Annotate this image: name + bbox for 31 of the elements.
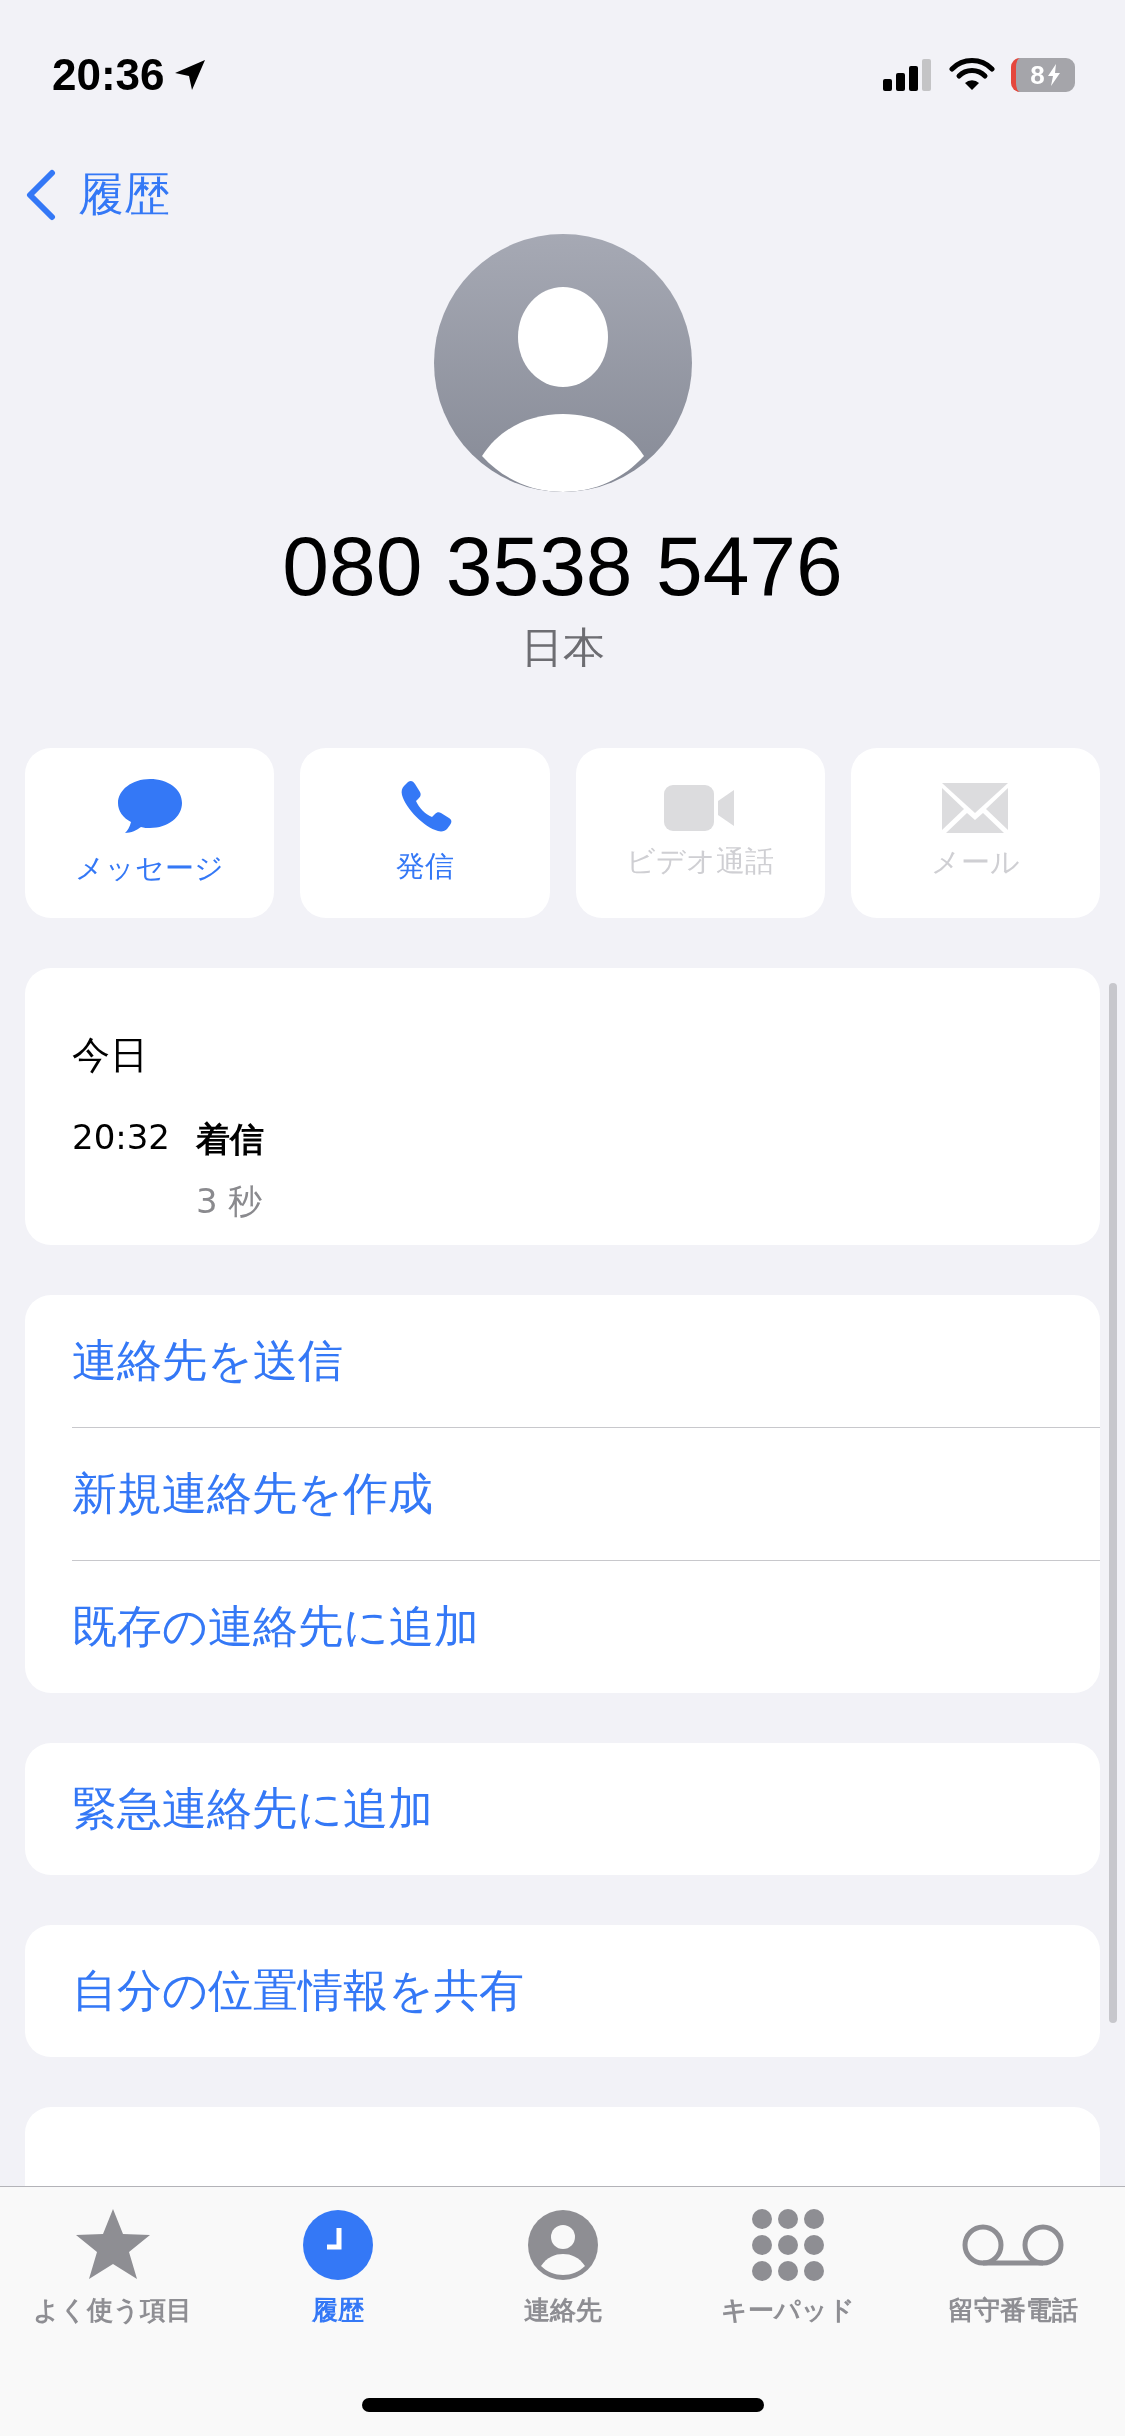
avatar-icon <box>433 234 692 492</box>
voicemail-icon <box>960 2223 1065 2267</box>
call-duration: 3 秒 <box>196 1180 264 1224</box>
call-action-button[interactable]: 発信 <box>300 748 550 919</box>
message-action-button[interactable]: メッセージ <box>25 748 275 919</box>
clock-icon <box>302 2210 373 2280</box>
country-label: 日本 <box>520 622 605 675</box>
tab-item[interactable]: 留守番電話 <box>900 2207 1125 2328</box>
option-link[interactable]: 連絡先を送信 <box>72 1295 1100 1428</box>
envelope-icon <box>942 783 1009 834</box>
tab-item[interactable]: 履歴 <box>225 2207 450 2328</box>
signal-icon <box>883 59 933 91</box>
keypad-icon <box>751 2209 824 2281</box>
phone-number: 080 3538 5476 <box>282 520 843 613</box>
option-link[interactable]: 緊急連絡先に追加 <box>72 1743 1100 1876</box>
chevron-left-icon <box>26 169 56 221</box>
wifi-icon <box>949 58 995 92</box>
video-camera-icon <box>664 784 737 833</box>
person-circle-icon <box>527 2210 598 2280</box>
tab-item[interactable]: 連絡先 <box>450 2207 675 2328</box>
status-time: 20:36 <box>52 50 165 100</box>
option-link[interactable]: 自分の位置情報を共有 <box>72 1925 1100 2058</box>
tab-item[interactable]: キーパッド <box>675 2207 900 2328</box>
battery-icon: 8 <box>1011 58 1075 92</box>
option-link[interactable]: 新規連絡先を作成 <box>72 1428 1100 1561</box>
call-type: 着信 <box>196 1118 265 1162</box>
back-button[interactable]: 履歴 <box>26 164 170 226</box>
option-link[interactable]: 既存の連絡先に追加 <box>72 1561 1100 1694</box>
tab-item[interactable]: よく使う項目 <box>0 2207 225 2328</box>
date-heading: 今日 <box>72 1032 149 1080</box>
call-time: 20:32 <box>72 1117 171 1160</box>
